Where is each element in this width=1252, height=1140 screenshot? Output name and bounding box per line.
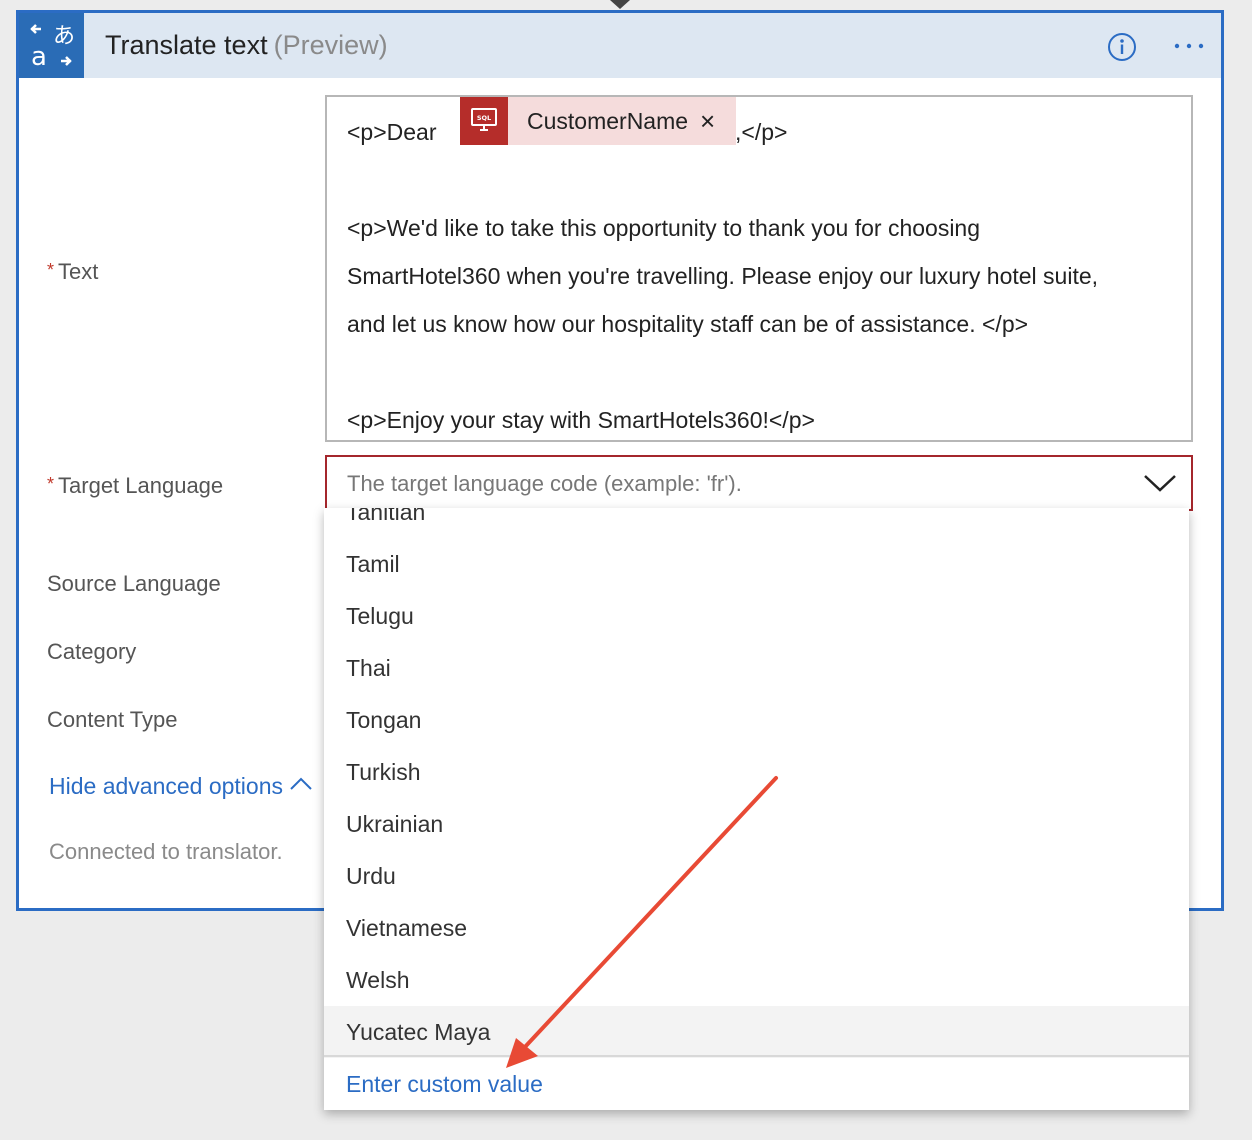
action-header[interactable]: あ a Translate text (Preview) — [19, 13, 1221, 78]
language-dropdown-list[interactable]: Tahitian Tamil Telugu Thai Tongan Turkish Ukr… — [324, 508, 1189, 1110]
connector-arrow-icon — [610, 0, 630, 9]
dropdown-item-yucatec-maya[interactable]: Yucatec Maya — [324, 1006, 1189, 1058]
svg-text:a: a — [31, 42, 47, 71]
remove-token-icon[interactable]: × — [700, 108, 715, 134]
category-label: Category — [47, 639, 137, 664]
dropdown-item-tamil[interactable]: Tamil — [324, 538, 1189, 590]
text-line-1-suffix: ,</p> — [735, 119, 788, 145]
text-line-5: <p>Enjoy your stay with SmartHotels360!<… — [347, 407, 815, 433]
sql-server-icon: SQL — [460, 97, 508, 145]
dropdown-divider — [324, 1055, 1189, 1057]
enter-custom-value-option[interactable]: Enter custom value — [324, 1058, 1189, 1110]
text-label: Text — [58, 259, 99, 284]
hide-advanced-options-link[interactable]: Hide advanced options — [49, 773, 313, 800]
connection-status: Connected to translator. — [49, 839, 283, 864]
text-line-1-prefix: <p>Dear — [347, 119, 437, 145]
svg-text:SQL: SQL — [477, 114, 491, 122]
dropdown-item-thai[interactable]: Thai — [324, 642, 1189, 694]
dropdown-item-turkish[interactable]: Turkish — [324, 746, 1189, 798]
required-marker: * — [47, 260, 55, 280]
target-language-placeholder: The target language code (example: 'fr')… — [347, 471, 742, 496]
preview-tag: (Preview) — [273, 30, 388, 60]
token-label: CustomerName — [527, 107, 689, 134]
text-input[interactable]: <p>Dear SQL CustomerName × ,</p> <p>We'd… — [325, 95, 1193, 442]
target-language-label: Target Language — [58, 473, 224, 498]
action-title: Translate text (Preview) — [105, 30, 388, 61]
dropdown-item-tongan[interactable]: Tongan — [324, 694, 1189, 746]
text-line-3: SmartHotel360 when you're travelling. Pl… — [347, 263, 1099, 289]
chevron-up-icon — [290, 777, 312, 790]
dynamic-content-token[interactable]: SQL CustomerName × — [460, 97, 736, 145]
dropdown-item-partial[interactable]: Tahitian — [324, 508, 1189, 538]
text-line-4: and let us know how our hospitality staf… — [347, 311, 1029, 337]
content-type-label: Content Type — [47, 707, 178, 732]
source-language-label: Source Language — [47, 571, 221, 596]
dropdown-item-ukrainian[interactable]: Ukrainian — [324, 798, 1189, 850]
hide-advanced-options-label: Hide advanced options — [49, 773, 283, 799]
action-title-text: Translate text — [105, 30, 268, 60]
dropdown-item-vietnamese[interactable]: Vietnamese — [324, 902, 1189, 954]
target-language-select[interactable]: The target language code (example: 'fr')… — [325, 455, 1193, 511]
dropdown-item-urdu[interactable]: Urdu — [324, 850, 1189, 902]
svg-text:あ: あ — [53, 24, 75, 49]
text-field-label: * Text — [47, 259, 98, 285]
info-icon[interactable] — [1107, 32, 1137, 62]
chevron-down-icon — [1144, 475, 1176, 492]
more-options-icon[interactable] — [1171, 33, 1207, 59]
translator-icon: あ a — [19, 13, 84, 78]
target-language-field-label: * Target Language — [47, 473, 223, 499]
text-line-2: <p>We'd like to take this opportunity to… — [347, 215, 981, 241]
required-marker: * — [47, 474, 55, 494]
dropdown-item-welsh[interactable]: Welsh — [324, 954, 1189, 1006]
dropdown-item-telugu[interactable]: Telugu — [324, 590, 1189, 642]
